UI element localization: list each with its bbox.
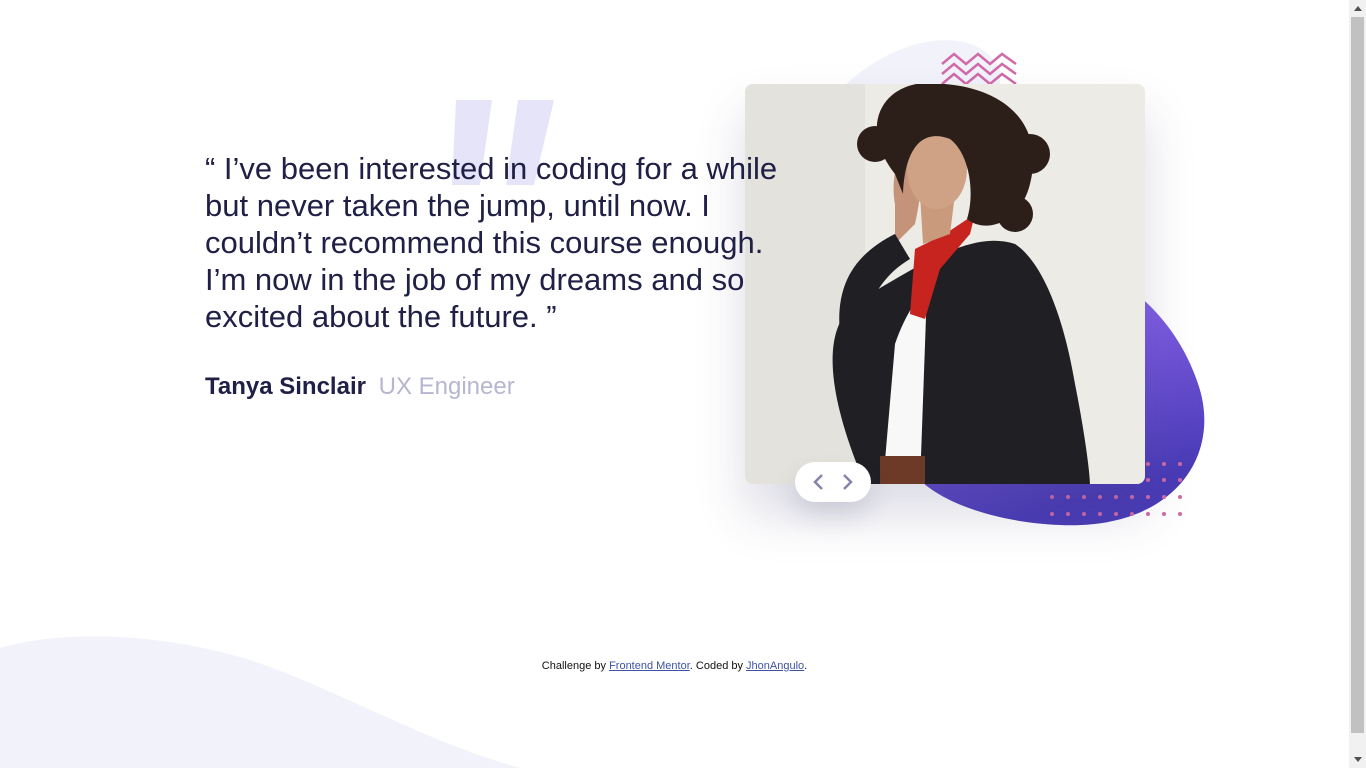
vertical-scrollbar[interactable] <box>1349 0 1366 768</box>
attribution-prefix: Challenge by <box>541 660 610 672</box>
author-role: UX Engineer <box>378 373 515 400</box>
chevron-right-icon <box>843 474 853 490</box>
chevron-left-icon <box>813 474 823 490</box>
attribution-suffix: . <box>804 660 808 672</box>
author-info: Tanya Sinclair UX Engineer <box>205 373 515 401</box>
previous-button[interactable] <box>806 470 830 494</box>
frontend-mentor-link[interactable]: Frontend Mentor <box>609 660 690 672</box>
slider-navigation <box>795 462 871 502</box>
testimonial-photo <box>745 84 1145 484</box>
scroll-up-arrow-icon[interactable] <box>1349 0 1366 17</box>
testimonial-quote: “ I’ve been interested in coding for a w… <box>205 151 778 334</box>
background-curve <box>0 636 520 768</box>
scrollbar-thumb[interactable] <box>1351 17 1364 733</box>
attribution-middle: . Coded by <box>689 660 747 672</box>
attribution-footer: Challenge by Frontend Mentor. Coded by J… <box>0 660 1349 672</box>
author-name: Tanya Sinclair <box>205 373 366 400</box>
next-button[interactable] <box>836 470 860 494</box>
author-link[interactable]: JhonAngulo <box>746 660 804 672</box>
zigzag-pattern-icon <box>941 52 1017 84</box>
page: “ I’ve been interested in coding for a w… <box>0 0 1349 768</box>
scroll-down-arrow-icon[interactable] <box>1349 751 1366 768</box>
